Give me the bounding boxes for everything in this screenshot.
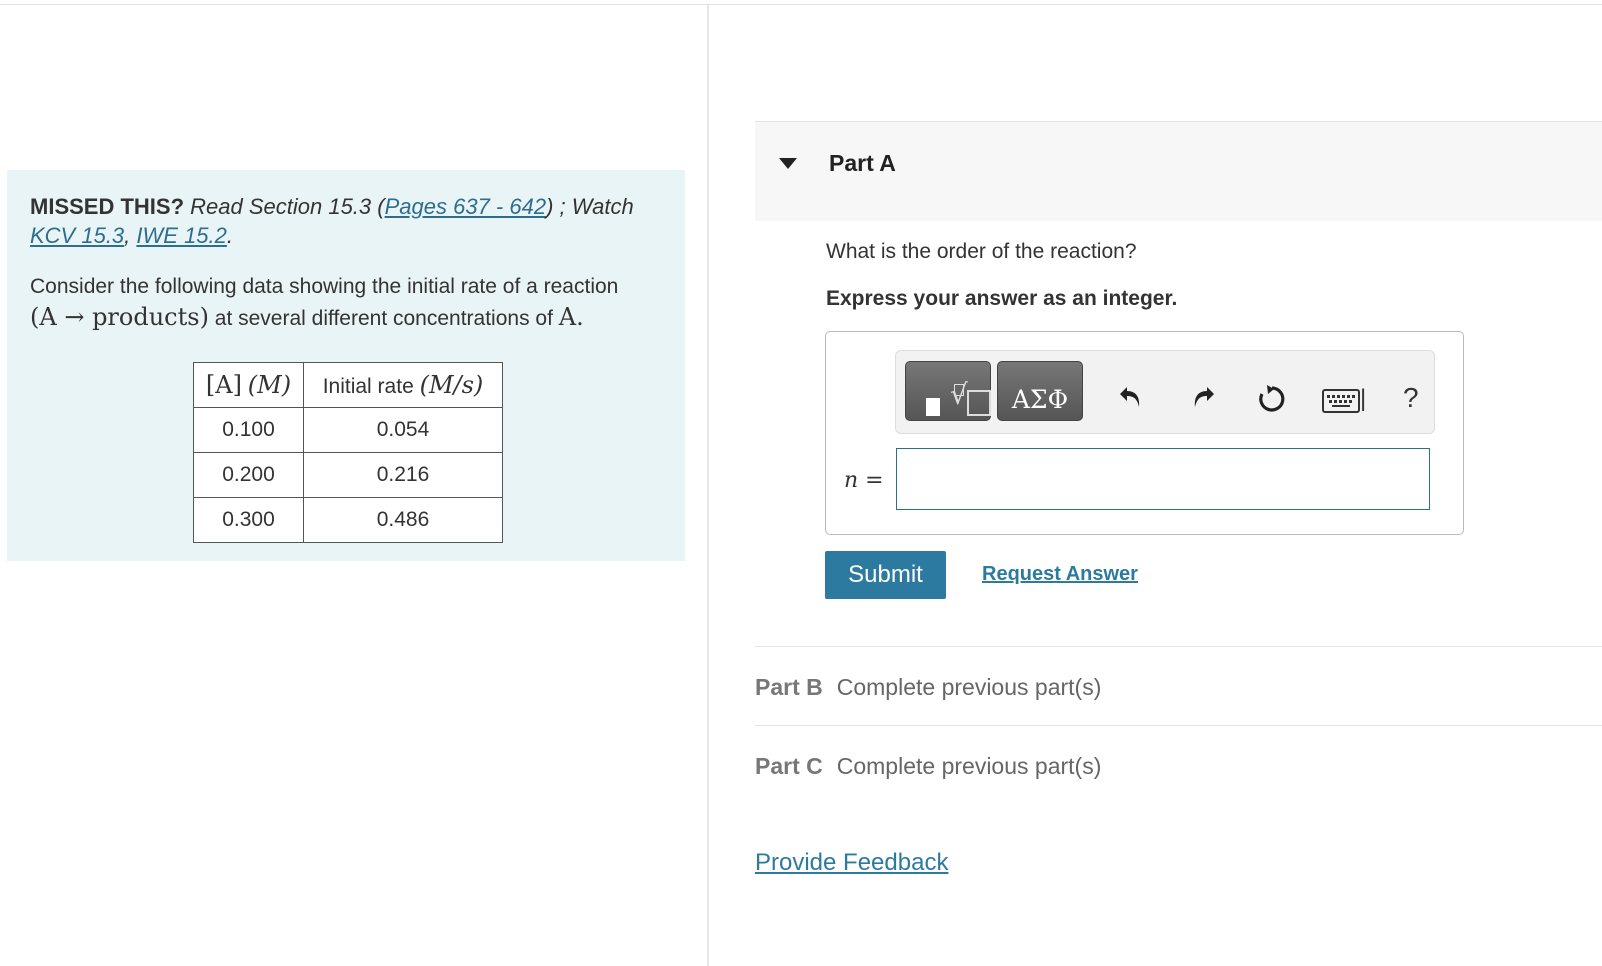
top-border <box>0 4 1602 5</box>
table-header-row: [A] (M) Initial rate (M/s) <box>193 362 503 408</box>
templates-button[interactable]: √ <box>905 361 991 421</box>
comma-sep: , <box>124 223 137 248</box>
cell-concentration: 0.300 <box>193 497 304 543</box>
part-b-status: Complete previous part(s) <box>836 674 1102 700</box>
problem-statement: Consider the following data showing the … <box>30 272 630 334</box>
part-c-status: Complete previous part(s) <box>836 753 1102 779</box>
redo-icon[interactable] <box>1190 383 1216 417</box>
iwe-link[interactable]: IWE 15.2 <box>136 223 226 248</box>
submit-button[interactable]: Submit <box>825 551 946 599</box>
reset-icon[interactable] <box>1256 383 1288 421</box>
rate-data-table: [A] (M) Initial rate (M/s) 0.100 0.054 0… <box>193 362 503 543</box>
part-b-row: Part B Complete previous part(s) <box>755 674 1101 701</box>
species-symbol: A. <box>558 303 584 331</box>
cursor-mark: | <box>1360 385 1367 412</box>
header-concentration: [A] (M) <box>193 362 304 408</box>
kcv-link[interactable]: KCV 15.3 <box>30 223 124 248</box>
part-a-header[interactable]: Part A <box>755 121 1602 221</box>
answer-input[interactable] <box>896 448 1430 510</box>
symbols-button[interactable]: ΑΣΦ <box>997 361 1083 421</box>
missed-text-2: ) ; Watch <box>546 194 634 219</box>
cell-rate: 0.054 <box>303 407 503 453</box>
part-c-row: Part C Complete previous part(s) <box>755 753 1101 780</box>
answer-instruction: Express your answer as an integer. <box>826 287 1178 310</box>
help-icon[interactable]: ? <box>1403 383 1419 413</box>
missed-this-note: MISSED THIS? Read Section 15.3 (Pages 63… <box>30 192 680 250</box>
answer-box: √ ΑΣΦ | ? n = <box>825 331 1464 535</box>
part-a-title: Part A <box>829 150 896 176</box>
provide-feedback-link[interactable]: Provide Feedback <box>755 849 948 877</box>
table-row: 0.300 0.486 <box>193 497 503 543</box>
answer-variable-label: n = <box>844 468 884 493</box>
question-text: What is the order of the reaction? <box>826 240 1137 263</box>
table-row: 0.100 0.054 <box>193 407 503 453</box>
table-row: 0.200 0.216 <box>193 452 503 498</box>
column-divider <box>707 5 709 966</box>
pages-link[interactable]: Pages 637 - 642 <box>385 194 546 219</box>
request-answer-link[interactable]: Request Answer <box>982 563 1138 586</box>
undo-icon[interactable] <box>1118 383 1144 417</box>
cell-rate: 0.216 <box>303 452 503 498</box>
missed-label: MISSED THIS? <box>30 194 185 219</box>
symbols-icon: ΑΣΦ <box>1011 385 1069 414</box>
missed-text: Read Section 15.3 ( <box>190 194 385 219</box>
cell-concentration: 0.100 <box>193 407 304 453</box>
cell-rate: 0.486 <box>303 497 503 543</box>
separator <box>755 646 1602 647</box>
period: . <box>226 223 234 248</box>
part-b-label: Part B <box>755 674 823 700</box>
part-c-label: Part C <box>755 753 823 779</box>
statement-text-1: Consider the following data showing the … <box>30 275 619 298</box>
separator <box>755 725 1602 726</box>
math-toolbar: √ ΑΣΦ | ? <box>895 350 1435 434</box>
problem-intro-panel: MISSED THIS? Read Section 15.3 (Pages 63… <box>7 170 685 561</box>
collapse-caret-icon[interactable] <box>779 158 797 169</box>
header-initial-rate: Initial rate (M/s) <box>303 362 503 408</box>
cell-concentration: 0.200 <box>193 452 304 498</box>
keyboard-icon[interactable] <box>1322 389 1360 413</box>
reaction-equation: (A → products) <box>30 303 209 331</box>
statement-text-2: at several different concentrations of <box>208 307 559 330</box>
